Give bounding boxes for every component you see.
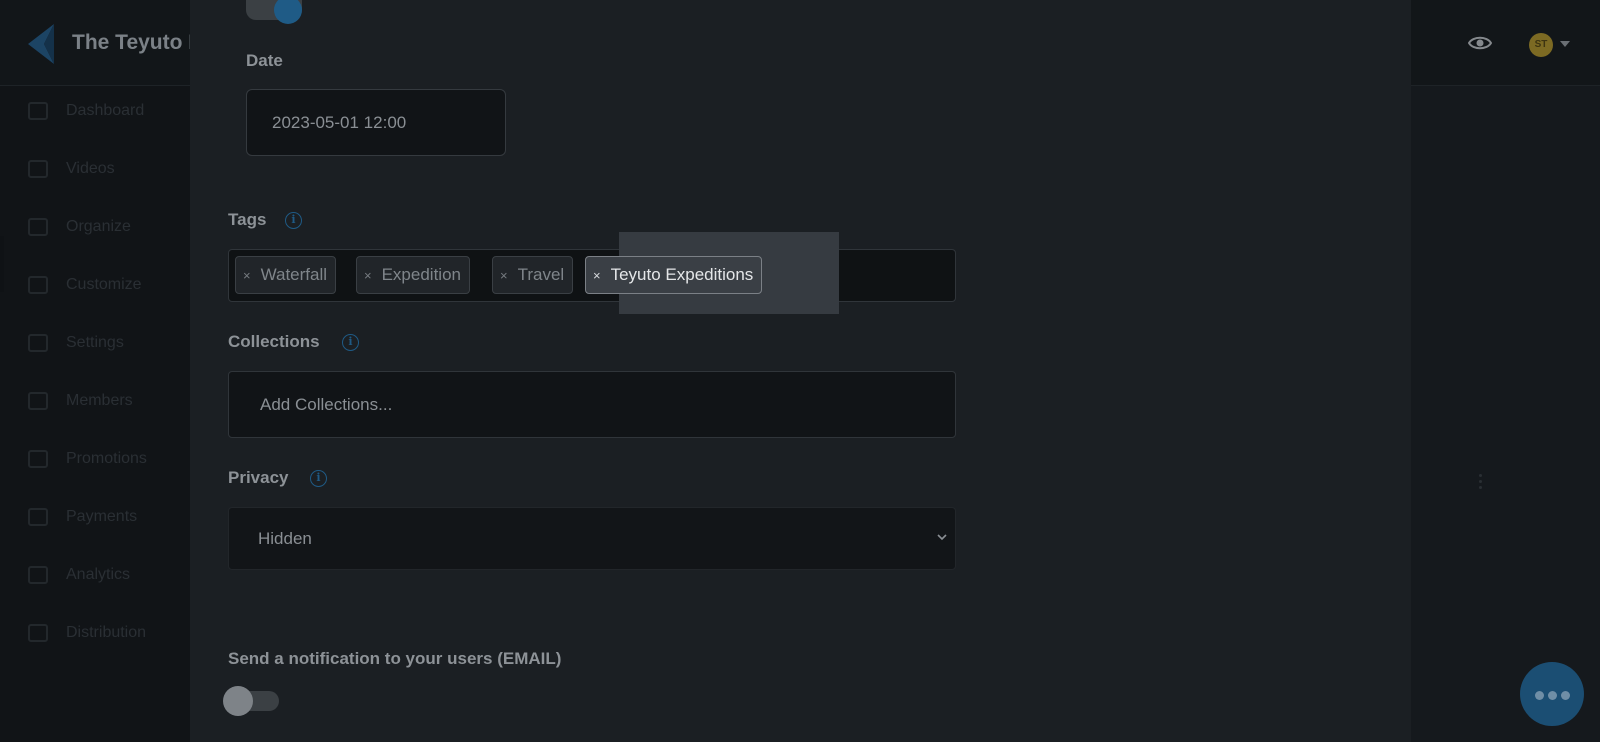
tag-chip[interactable]: × Travel: [492, 256, 574, 294]
sidebar-item-label: Customize: [66, 276, 142, 293]
sidebar: Dashboard Videos Organize Customize Sett…: [0, 86, 190, 742]
tags-input[interactable]: × Waterfall × Expedition × Travel × Teyuto E…: [228, 232, 956, 314]
collections-info-icon[interactable]: i: [342, 334, 359, 351]
video-icon: [28, 160, 48, 178]
close-icon[interactable]: ×: [364, 268, 372, 283]
analytics-icon: [28, 566, 48, 584]
distribution-icon: [28, 624, 48, 642]
sidebar-active-indicator: [0, 236, 4, 292]
toggle-knob: [223, 686, 253, 716]
sidebar-item-promotions[interactable]: Promotions: [28, 450, 188, 478]
sidebar-item-organize[interactable]: Organize: [28, 218, 188, 246]
sidebar-item-label: Analytics: [66, 566, 131, 583]
chevron-down-icon: [937, 534, 947, 541]
members-icon: [28, 392, 48, 410]
sidebar-item-distribution[interactable]: Distribution: [28, 624, 188, 652]
sidebar-item-payments[interactable]: Payments: [28, 508, 188, 536]
tags-label: Tags: [228, 210, 267, 229]
more-options-icon[interactable]: [1479, 474, 1483, 490]
home-icon: [28, 102, 48, 120]
sidebar-item-label: Organize: [66, 218, 131, 235]
sidebar-item-analytics[interactable]: Analytics: [28, 566, 188, 594]
notification-label: Send a notification to your users (EMAIL…: [228, 649, 562, 668]
calendar-icon: [28, 450, 48, 468]
privacy-label: Privacy: [228, 468, 289, 487]
tag-chip[interactable]: × Expedition: [356, 256, 470, 294]
collections-label: Collections: [228, 332, 320, 351]
app-title[interactable]: The Teyuto I: [72, 31, 194, 55]
tags-info-icon[interactable]: i: [285, 212, 302, 229]
close-icon[interactable]: ×: [593, 268, 601, 283]
sidebar-item-dashboard[interactable]: Dashboard: [28, 102, 188, 130]
brush-icon: [28, 276, 48, 294]
privacy-select[interactable]: Hidden: [228, 507, 956, 570]
card-icon: [28, 508, 48, 526]
chat-dot-icon: [1548, 691, 1557, 700]
tag-label: Travel: [517, 265, 565, 284]
chat-launcher-button[interactable]: [1520, 662, 1584, 726]
privacy-selected-value: Hidden: [258, 529, 312, 548]
tag-label: Waterfall: [260, 265, 328, 284]
sidebar-item-members[interactable]: Members: [28, 392, 188, 420]
teyuto-logo-icon: [28, 24, 54, 64]
privacy-info-icon[interactable]: i: [310, 470, 327, 487]
avatar[interactable]: ST: [1529, 33, 1553, 57]
sidebar-item-settings[interactable]: Settings: [28, 334, 188, 362]
collections-input[interactable]: Add Collections...: [228, 371, 956, 438]
organize-icon: [28, 218, 48, 236]
sidebar-item-label: Settings: [66, 334, 124, 351]
tag-label: Expedition: [381, 265, 461, 284]
toggle-knob: [274, 0, 302, 24]
sidebar-item-label: Videos: [66, 160, 115, 177]
notification-toggle-switch[interactable]: [223, 686, 281, 716]
sidebar-item-customize[interactable]: Customize: [28, 276, 188, 304]
sidebar-item-label: Payments: [66, 508, 138, 525]
chat-dot-icon: [1535, 691, 1544, 700]
tag-chip[interactable]: × Waterfall: [235, 256, 337, 294]
sidebar-item-label: Members: [66, 392, 133, 409]
date-input[interactable]: 2023-05-01 12:00: [246, 89, 506, 156]
top-toggle-switch[interactable]: [246, 0, 302, 26]
sidebar-item-label: Distribution: [66, 624, 147, 641]
sidebar-item-label: Promotions: [66, 450, 147, 467]
close-icon[interactable]: ×: [243, 268, 251, 283]
date-label: Date: [246, 51, 283, 70]
sidebar-item-videos[interactable]: Videos: [28, 160, 188, 188]
video-settings-modal: Date 2023-05-01 12:00 Tags i × Waterfall …: [190, 0, 1411, 742]
sidebar-item-label: Dashboard: [66, 102, 145, 119]
settings-icon: [28, 334, 48, 352]
tag-label: Teyuto Expeditions: [610, 265, 754, 284]
eye-icon[interactable]: [1468, 34, 1492, 52]
chevron-down-icon[interactable]: [1560, 41, 1570, 47]
close-icon[interactable]: ×: [500, 268, 508, 283]
chat-dot-icon: [1561, 691, 1570, 700]
tag-chip-active[interactable]: × Teyuto Expeditions: [585, 256, 763, 294]
